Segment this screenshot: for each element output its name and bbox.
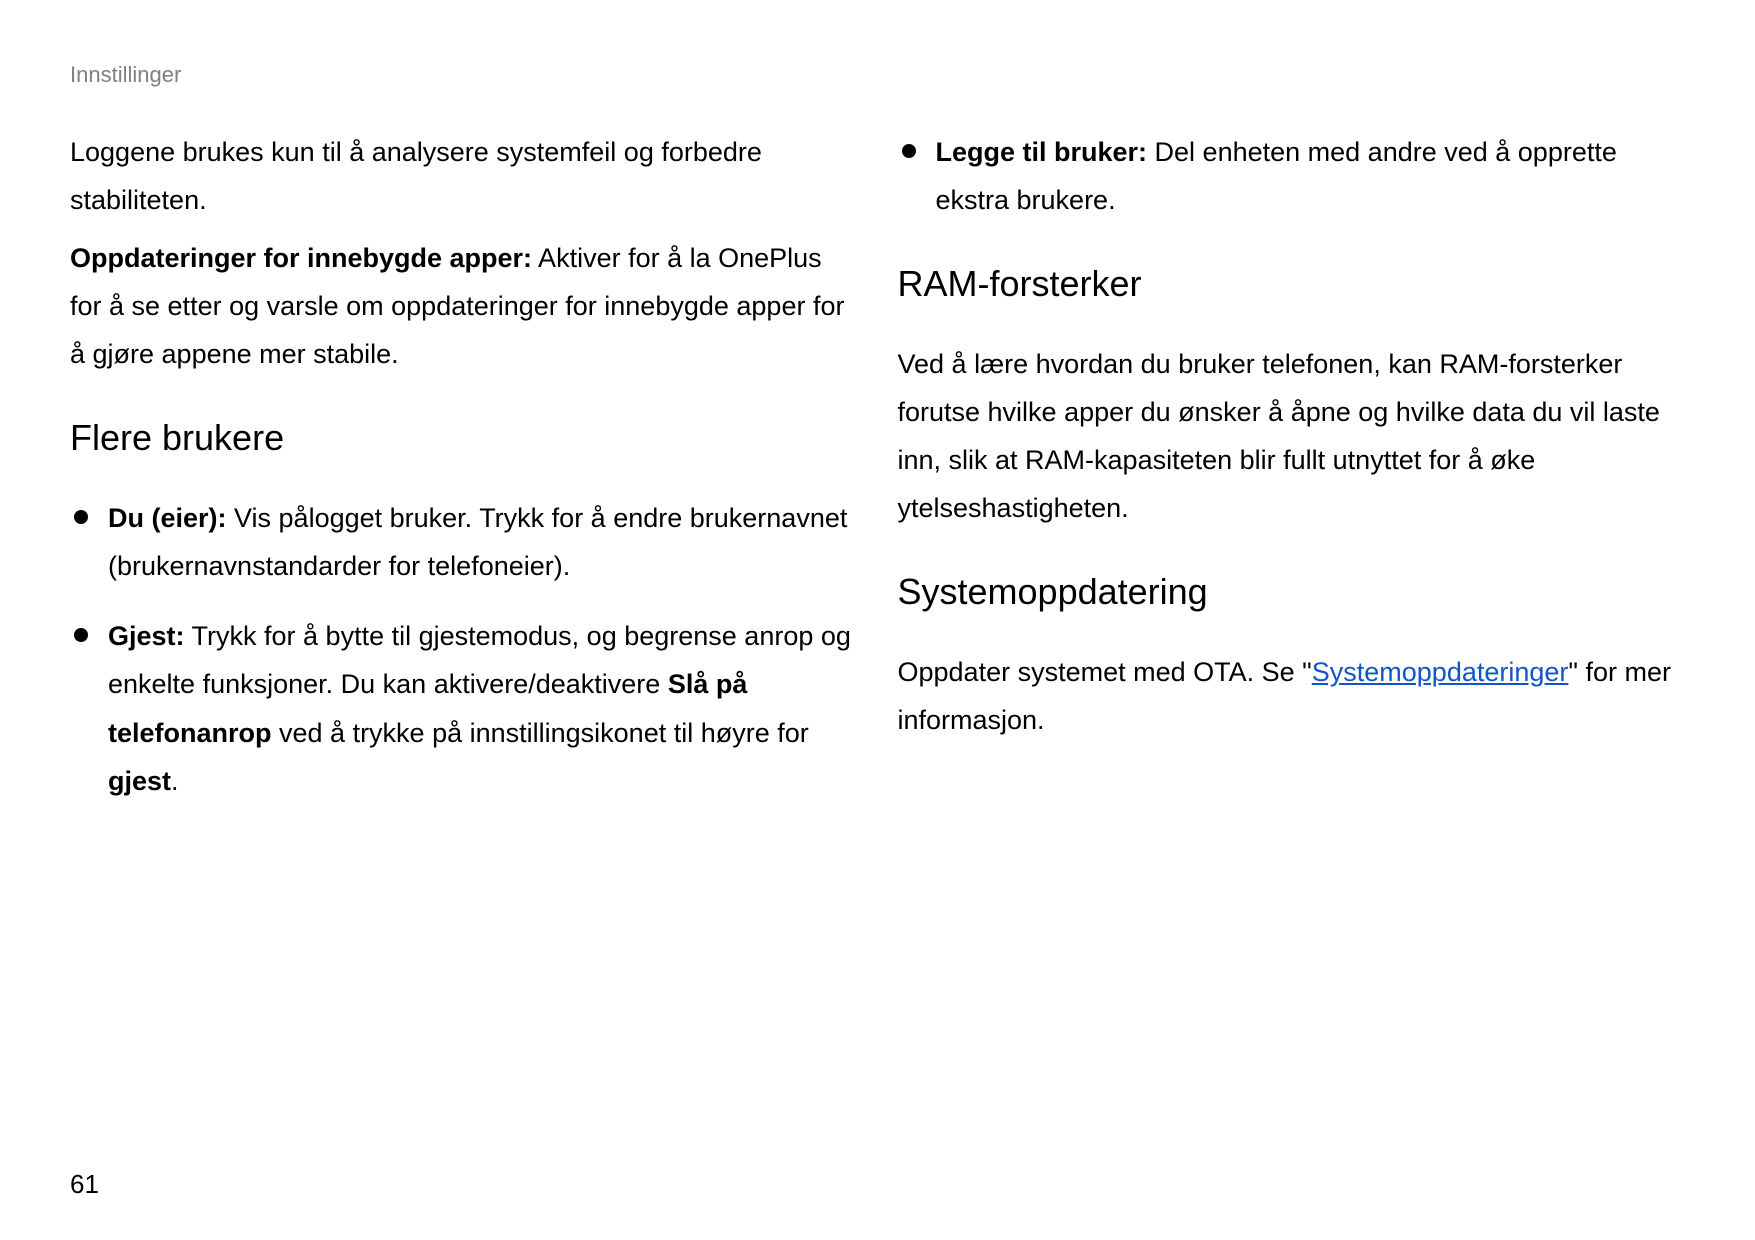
- two-column-layout: Loggene brukes kun til å analysere syste…: [70, 128, 1685, 827]
- system-updates-link[interactable]: Systemoppdateringer: [1312, 657, 1569, 687]
- bullet-bold-guest-word: gjest: [108, 766, 171, 796]
- add-user-bullet-list: Legge til bruker: Del enheten med andre …: [898, 128, 1686, 224]
- intro-paragraph: Loggene brukes kun til å analysere syste…: [70, 128, 858, 224]
- system-update-pre: Oppdater systemet med OTA. Se ": [898, 657, 1312, 687]
- bullet-label-add-user: Legge til bruker:: [936, 137, 1148, 167]
- right-column: Legge til bruker: Del enheten med andre …: [898, 128, 1686, 827]
- list-item: Du (eier): Vis pålogget bruker. Trykk fo…: [70, 494, 858, 590]
- left-column: Loggene brukes kun til å analysere syste…: [70, 128, 858, 827]
- builtin-apps-label: Oppdateringer for innebygde apper:: [70, 243, 532, 273]
- heading-system-update: Systemoppdatering: [898, 560, 1686, 624]
- users-bullet-list: Du (eier): Vis pålogget bruker. Trykk fo…: [70, 494, 858, 804]
- builtin-apps-paragraph: Oppdateringer for innebygde apper: Aktiv…: [70, 234, 858, 378]
- list-item: Gjest: Trykk for å bytte til gjestemodus…: [70, 612, 858, 804]
- bullet-label-owner: Du (eier):: [108, 503, 227, 533]
- section-header: Innstillinger: [70, 62, 1685, 88]
- bullet-text-guest-tail: .: [171, 766, 179, 796]
- page-number: 61: [70, 1169, 99, 1200]
- bullet-text-guest-mid: ved å trykke på innstillingsikonet til h…: [272, 718, 809, 748]
- list-item: Legge til bruker: Del enheten med andre …: [898, 128, 1686, 224]
- document-page: Innstillinger Loggene brukes kun til å a…: [0, 0, 1755, 1240]
- bullet-label-guest: Gjest:: [108, 621, 185, 651]
- system-update-paragraph: Oppdater systemet med OTA. Se "Systemopp…: [898, 648, 1686, 744]
- heading-ram-boost: RAM-forsterker: [898, 252, 1686, 316]
- ram-boost-paragraph: Ved å lære hvordan du bruker telefonen, …: [898, 340, 1686, 532]
- heading-multiple-users: Flere brukere: [70, 406, 858, 470]
